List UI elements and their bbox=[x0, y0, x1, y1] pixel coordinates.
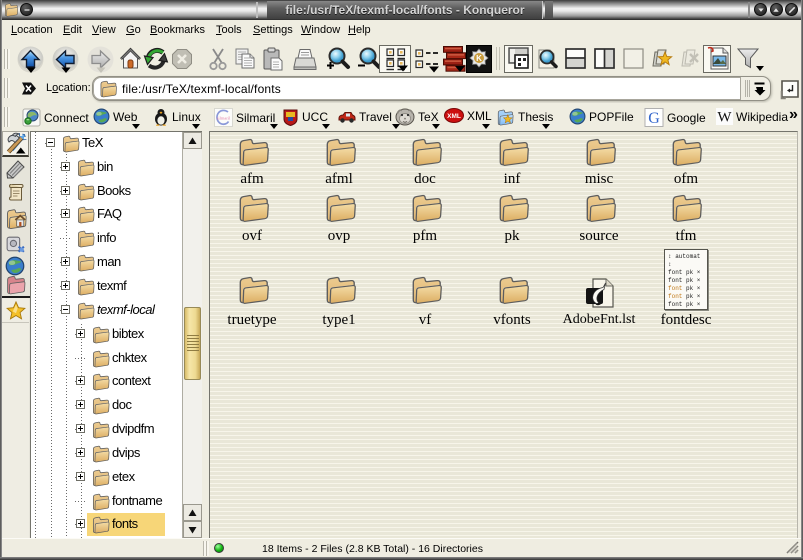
svg-text:G: G bbox=[648, 110, 660, 127]
svg-text:W: W bbox=[717, 110, 732, 126]
svg-text:silmaril: silmaril bbox=[217, 116, 231, 121]
svg-text:XML: XML bbox=[447, 113, 461, 120]
svg-text:K: K bbox=[476, 54, 482, 63]
